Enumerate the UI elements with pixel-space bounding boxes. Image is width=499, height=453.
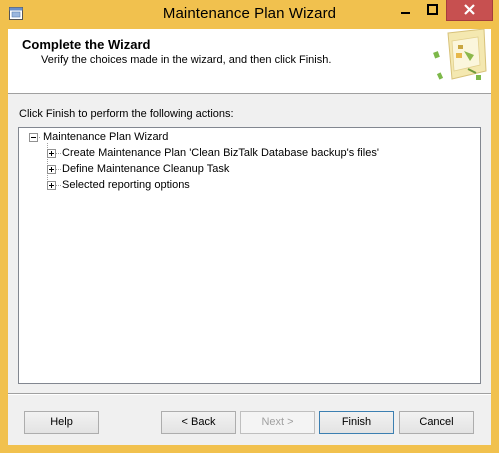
expand-icon[interactable] [47,181,56,190]
collapse-icon[interactable] [29,133,38,142]
banner-subtitle: Verify the choices made in the wizard, a… [41,54,332,66]
header-banner: Complete the Wizard Verify the choices m… [8,29,491,94]
minimize-button[interactable] [392,0,419,21]
wizard-client-area: Complete the Wizard Verify the choices m… [8,29,491,445]
next-button[interactable]: Next > [240,411,315,434]
title-bar[interactable]: Maintenance Plan Wizard [0,0,499,29]
close-icon [464,4,475,15]
footer-separator [8,393,491,395]
expand-icon[interactable] [47,165,56,174]
banner-title: Complete the Wizard [22,37,151,52]
tree-child-label: Define Maintenance Cleanup Task [62,163,230,175]
expand-icon[interactable] [47,149,56,158]
tree-root-label: Maintenance Plan Wizard [43,131,169,143]
help-button[interactable]: Help [24,411,99,434]
minimize-icon [401,12,410,14]
maximize-button[interactable] [419,0,446,21]
wizard-graphic [433,29,487,80]
close-button[interactable] [446,0,493,21]
maximize-icon [427,4,438,15]
tree-child-label: Selected reporting options [62,179,190,191]
tree-child-label: Create Maintenance Plan 'Clean BizTalk D… [62,147,379,159]
instruction-label: Click Finish to perform the following ac… [19,108,234,120]
actions-tree[interactable]: Maintenance Plan Wizard Create Maintenan… [18,127,481,384]
back-button[interactable]: < Back [161,411,236,434]
wizard-window: Maintenance Plan Wizard Complete the Wiz… [0,0,499,453]
cancel-button[interactable]: Cancel [399,411,474,434]
finish-button[interactable]: Finish [319,411,394,434]
